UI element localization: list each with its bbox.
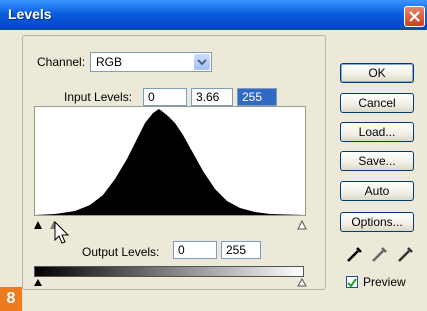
output-slider[interactable] [30, 277, 310, 287]
options-button[interactable]: Options... [340, 212, 414, 232]
eyedropper-black-icon[interactable] [344, 243, 366, 265]
preview-checkbox[interactable] [346, 276, 358, 288]
channel-label: Channel: [37, 55, 86, 69]
input-gamma-field[interactable]: 3.66 [191, 88, 233, 106]
window-title: Levels [8, 6, 52, 22]
input-white-field[interactable]: 255 [237, 88, 277, 106]
channel-select[interactable]: RGB [90, 52, 212, 72]
eyedropper-white-icon[interactable] [395, 243, 417, 265]
preview-label: Preview [363, 275, 406, 289]
output-white-field[interactable]: 255 [221, 241, 261, 259]
chevron-down-icon[interactable] [194, 54, 210, 70]
save-button[interactable]: Save... [340, 151, 414, 171]
close-button[interactable] [404, 6, 425, 27]
eyedropper-gray-icon[interactable] [369, 243, 391, 265]
title-bar: Levels [0, 0, 427, 30]
input-levels-label: Input Levels: [64, 90, 133, 104]
output-gradient-bar [34, 266, 304, 277]
input-black-slider[interactable] [34, 221, 42, 229]
output-levels-label: Output Levels: [82, 245, 160, 259]
input-black-field[interactable]: 0 [143, 88, 187, 106]
mouse-cursor-icon [54, 220, 70, 244]
input-white-slider[interactable] [297, 219, 307, 230]
cancel-button[interactable]: Cancel [340, 93, 414, 113]
ok-button[interactable]: OK [340, 63, 414, 83]
histogram [34, 106, 306, 216]
step-number-badge: 8 [0, 287, 22, 311]
histogram-graph [35, 109, 305, 215]
output-black-slider[interactable] [34, 279, 42, 286]
auto-button[interactable]: Auto [340, 181, 414, 201]
channel-value: RGB [96, 55, 123, 69]
close-icon [409, 11, 420, 22]
output-white-slider[interactable] [297, 277, 307, 287]
checkmark-icon [347, 278, 357, 288]
output-black-field[interactable]: 0 [173, 241, 217, 259]
load-button[interactable]: Load... [340, 122, 414, 142]
